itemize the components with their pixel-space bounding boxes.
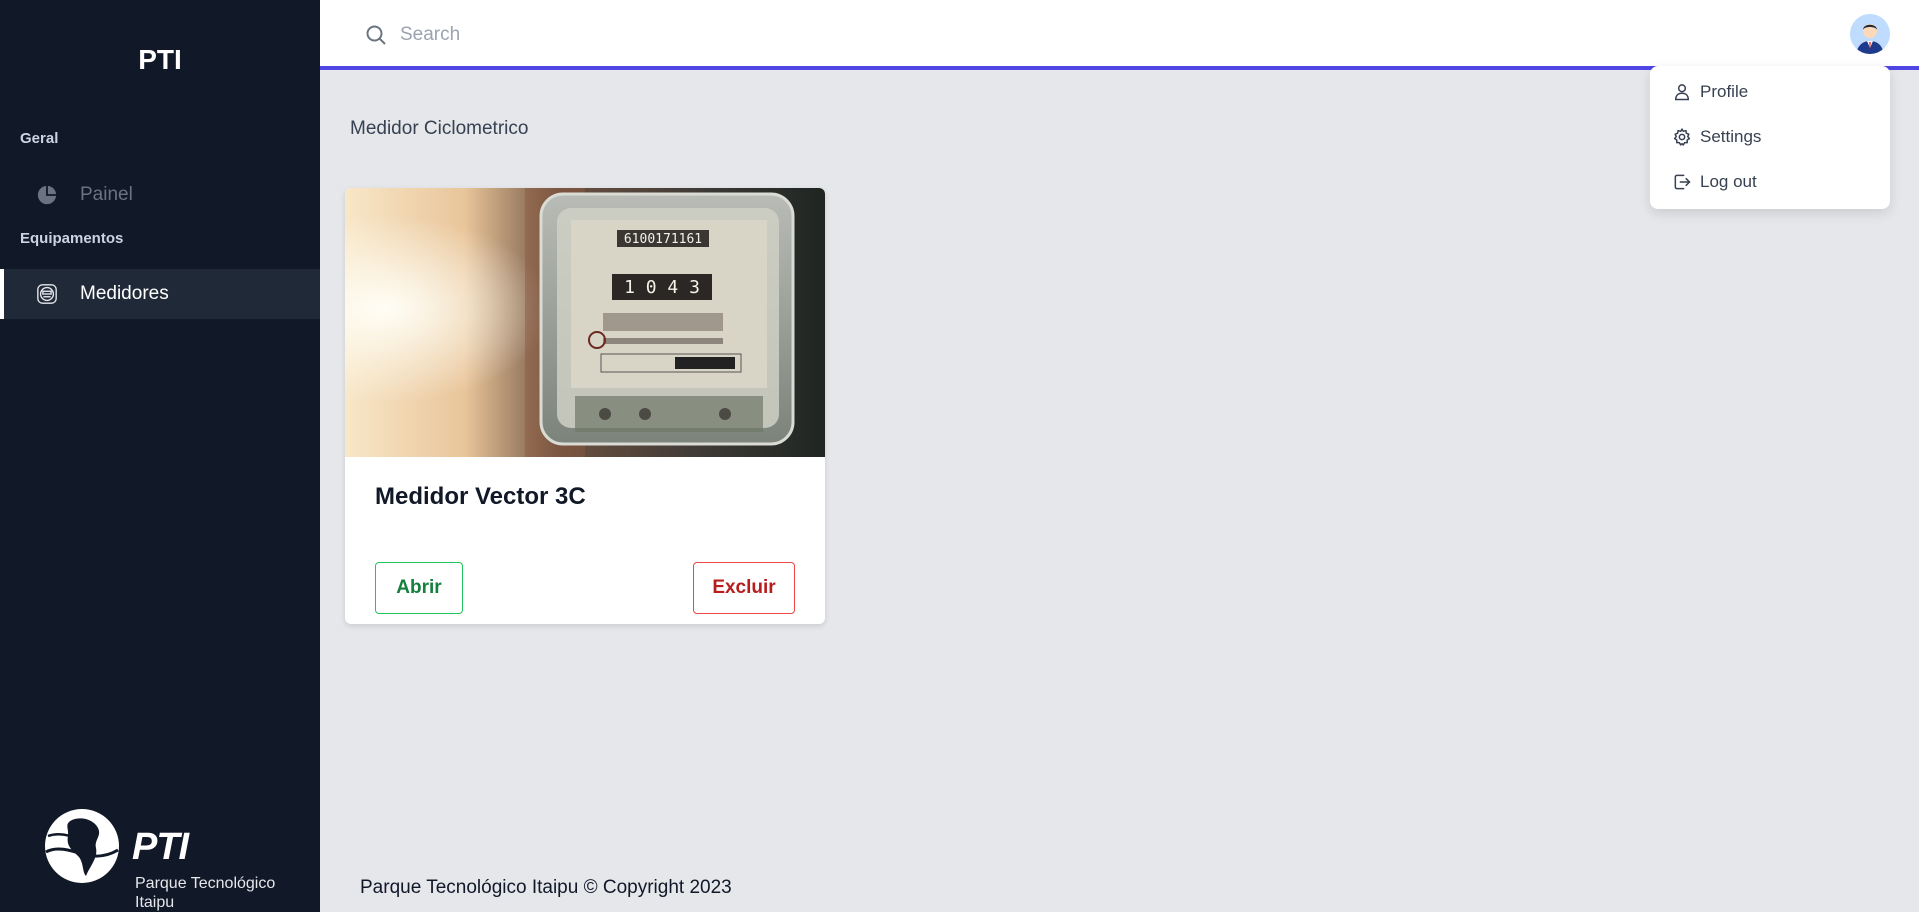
sidebar-item-medidores[interactable]: Medidores [0,269,320,319]
delete-button[interactable]: Excluir [693,562,795,614]
footer-copyright: Parque Tecnológico Itaipu © Copyright 20… [360,877,732,898]
section-label-geral: Geral [20,130,59,147]
sidebar-item-label: Painel [80,184,133,205]
section-label-equipamentos: Equipamentos [20,230,124,247]
sidebar-brand: PTI [138,44,182,75]
logout-icon [1674,174,1691,190]
meter-card: 6100171161 1 0 4 3 Medidor Vector 3C Abr… [345,188,825,624]
page-title: Medidor Ciclometrico [350,118,529,139]
meter-icon [36,283,58,305]
user-dropdown-menu: Profile Settings Log out [1650,66,1890,209]
pie-chart-icon [36,184,58,206]
menu-item-logout[interactable]: Log out [1672,167,1757,197]
user-icon [1674,84,1690,101]
gear-icon [1673,128,1691,146]
top-header [320,0,1919,70]
sidebar-item-label: Medidores [80,283,169,304]
menu-item-profile[interactable]: Profile [1672,77,1748,107]
menu-item-label: Profile [1700,82,1749,101]
logo-text: PTI [132,826,189,868]
meter-photo: 6100171161 1 0 4 3 [345,188,825,457]
menu-item-settings[interactable]: Settings [1672,122,1761,152]
sidebar-item-painel[interactable]: Painel [0,170,320,220]
meter-serial: 6100171161 [624,232,702,247]
search-input[interactable] [400,18,900,52]
avatar[interactable] [1850,14,1890,54]
search-icon [366,25,386,45]
logo-subtitle: Parque Tecnológico Itaipu [135,875,276,911]
open-button[interactable]: Abrir [375,562,463,614]
menu-item-label: Log out [1700,172,1757,191]
sidebar: PTI Geral Painel Equipamentos Medidores … [0,0,320,912]
meter-reading: 1 0 4 3 [624,277,700,298]
globe-logo-icon [45,809,119,883]
menu-item-label: Settings [1700,127,1762,146]
card-title: Medidor Vector 3C [375,483,586,510]
pti-logo: PTI Parque Tecnológico Itaipu [42,806,282,912]
